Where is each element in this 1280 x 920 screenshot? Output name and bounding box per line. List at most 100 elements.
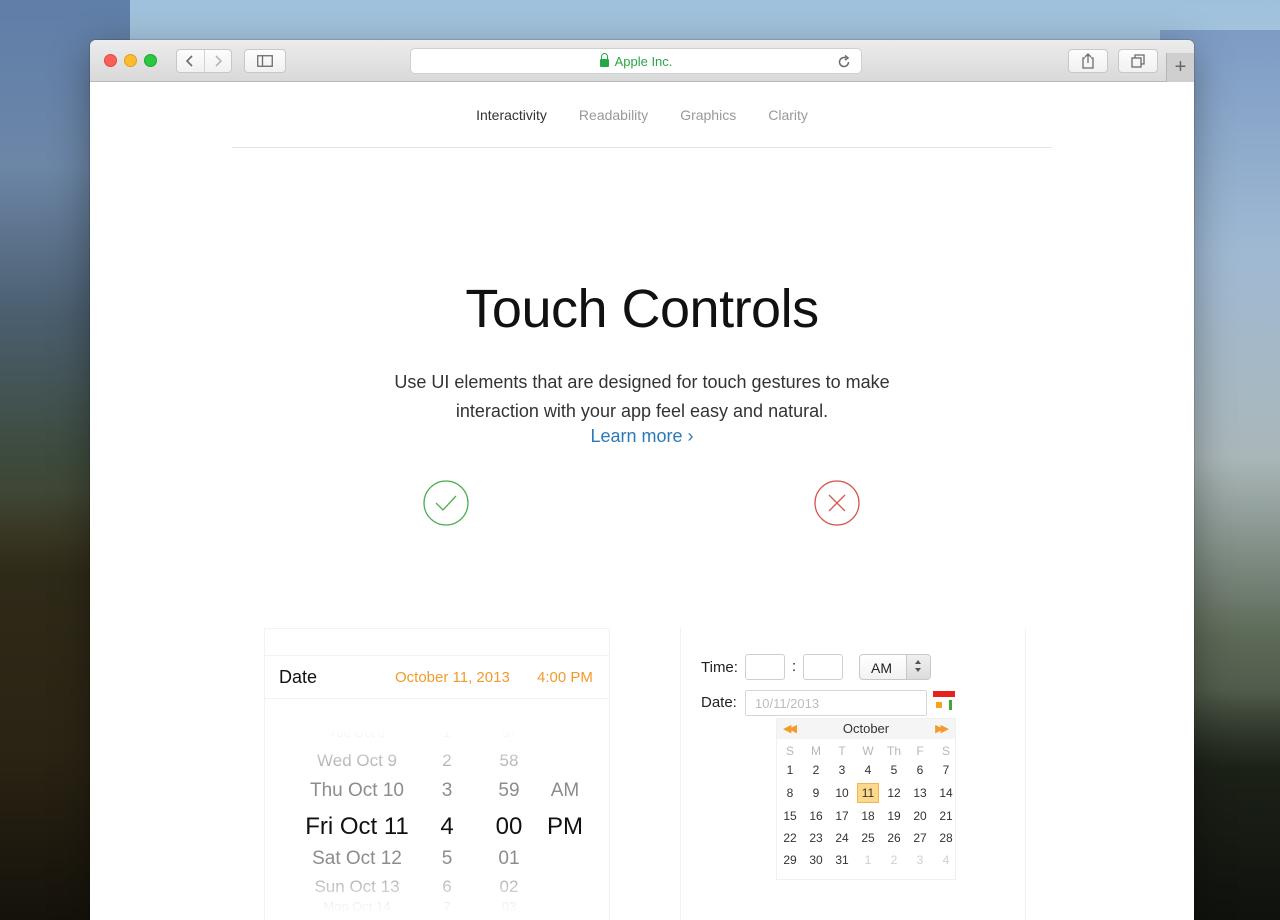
picker-day: Sat Oct 12	[312, 848, 402, 869]
minute-field[interactable]	[803, 654, 843, 680]
calendar-day[interactable]: 31	[831, 850, 853, 870]
picker-wheel[interactable]: Tue Oct 8 1 57 Wed Oct 9 2 58 Thu Oct 10 3 59 AM F…	[265, 725, 609, 915]
calendar-day[interactable]: 25	[857, 828, 879, 848]
calendar-day[interactable]: 30	[805, 850, 827, 870]
picker-day: Tue Oct 8	[328, 725, 386, 740]
address-bar-text: Apple Inc.	[614, 53, 673, 69]
calendar-day[interactable]: 29	[779, 850, 801, 870]
calendar-day[interactable]: 9	[805, 783, 827, 803]
picker-minute: 01	[498, 848, 520, 869]
calendar-day[interactable]: 22	[779, 828, 801, 848]
calendar-weekday: T	[838, 744, 846, 758]
close-window-button[interactable]	[104, 54, 117, 67]
cross-icon	[814, 480, 860, 526]
calendar-weekday: W	[862, 744, 874, 758]
picker-label: Date	[279, 667, 318, 687]
picker-minute: 58	[499, 751, 519, 770]
calendar-day[interactable]: 11	[857, 783, 879, 803]
tab-clarity[interactable]: Clarity	[768, 107, 808, 123]
calendar-day[interactable]: 1	[779, 760, 801, 780]
sidebar-button[interactable]	[244, 49, 286, 73]
sidebar-icon	[257, 55, 273, 67]
calendar-weekday: M	[811, 744, 821, 758]
calendar-day[interactable]: 3	[909, 850, 931, 870]
ampm-select[interactable]: AM	[859, 654, 931, 680]
picker-row-selected[interactable]: Fri Oct 11 4 00 PM	[265, 813, 609, 843]
calendar-day[interactable]: 23	[805, 828, 827, 848]
calendar-day[interactable]: 24	[831, 828, 853, 848]
tab-readability[interactable]: Readability	[579, 107, 648, 123]
calendar-day[interactable]: 4	[935, 850, 957, 870]
picker-row[interactable]: Thu Oct 10 3 59 AM	[265, 780, 609, 810]
calendar-day[interactable]: 7	[935, 760, 957, 780]
tab-graphics[interactable]: Graphics	[680, 107, 736, 123]
picker-selected-date[interactable]: October 11, 2013	[395, 669, 510, 686]
picker-row[interactable]: Mon Oct 14 7 03	[265, 899, 609, 920]
picker-minute: 02	[499, 877, 519, 896]
calendar-icon[interactable]	[933, 691, 955, 711]
tab-interactivity[interactable]: Interactivity	[476, 107, 547, 123]
calendar-day[interactable]: 14	[935, 783, 957, 803]
tabs-overview-button[interactable]	[1118, 49, 1158, 73]
stepper-arrows-icon[interactable]	[906, 655, 930, 679]
desktop-form-demo: Time: : AM Date: 10/11/2013 ◀◀ October ▶…	[680, 628, 1026, 920]
picker-selected-time[interactable]: 4:00 PM	[537, 669, 593, 686]
date-label: Date:	[701, 694, 737, 711]
zoom-window-button[interactable]	[144, 54, 157, 67]
calendar-month: October	[842, 721, 890, 736]
calendar-day[interactable]: 4	[857, 760, 879, 780]
picker-day: Fri Oct 11	[305, 813, 409, 840]
calendar-day[interactable]: 21	[935, 806, 957, 826]
calendar-day[interactable]: 18	[857, 806, 879, 826]
calendar-day[interactable]: 5	[883, 760, 905, 780]
browser-window: Apple Inc. + Interactivity Readability G…	[90, 40, 1194, 920]
chevron-right-icon	[215, 55, 222, 67]
calendar-day[interactable]: 10	[831, 783, 853, 803]
calendar-weekday: Th	[886, 744, 901, 758]
date-field[interactable]: 10/11/2013	[745, 690, 927, 716]
calendar-day[interactable]: 8	[779, 783, 801, 803]
reload-icon[interactable]	[835, 53, 853, 71]
hour-field[interactable]	[745, 654, 785, 680]
calendar-day[interactable]: 2	[805, 760, 827, 780]
calendar-day[interactable]: 13	[909, 783, 931, 803]
calendar-day[interactable]: 12	[883, 783, 905, 803]
calendar-day[interactable]: 6	[909, 760, 931, 780]
calendar-day[interactable]: 28	[935, 828, 957, 848]
calendar-day[interactable]: 16	[805, 806, 827, 826]
picker-minute: 03	[501, 899, 517, 914]
time-label: Time:	[701, 659, 738, 676]
picker-header: Date October 11, 2013 4:00 PM	[265, 655, 609, 699]
calendar-day[interactable]: 2	[883, 850, 905, 870]
new-tab-button[interactable]: +	[1166, 53, 1194, 82]
picker-hour: 3	[441, 780, 453, 801]
picker-row[interactable]: Wed Oct 9 2 58	[265, 751, 609, 781]
minimize-window-button[interactable]	[124, 54, 137, 67]
picker-hour: 2	[442, 751, 452, 770]
calendar-day[interactable]: 20	[909, 806, 931, 826]
date-field-placeholder: 10/11/2013	[755, 696, 820, 711]
picker-row[interactable]: Sat Oct 12 5 01	[265, 848, 609, 878]
calendar-header: ◀◀ October ▶▶	[777, 719, 955, 739]
calendar-day[interactable]: 1	[857, 850, 879, 870]
learn-more-link[interactable]: Learn more ›	[90, 426, 1194, 447]
picker-ampm: AM	[550, 780, 580, 801]
chevron-left-icon	[186, 55, 193, 67]
address-bar[interactable]: Apple Inc.	[410, 48, 862, 74]
calendar-weekday: F	[916, 744, 924, 758]
back-button[interactable]	[177, 50, 205, 72]
calendar-weekday: S	[941, 744, 950, 758]
calendar-day[interactable]: 15	[779, 806, 801, 826]
calendar-day[interactable]: 3	[831, 760, 853, 780]
browser-toolbar: Apple Inc. +	[90, 40, 1194, 82]
picker-day: Wed Oct 9	[317, 751, 397, 770]
calendar-day[interactable]: 17	[831, 806, 853, 826]
calendar-day[interactable]: 26	[883, 828, 905, 848]
calendar-day[interactable]: 27	[909, 828, 931, 848]
plus-icon: +	[1174, 56, 1187, 78]
calendar-day[interactable]: 19	[883, 806, 905, 826]
lock-icon	[599, 53, 609, 67]
next-month-icon[interactable]: ▶▶	[935, 722, 949, 735]
forward-button[interactable]	[205, 50, 232, 72]
share-button[interactable]	[1068, 49, 1108, 73]
